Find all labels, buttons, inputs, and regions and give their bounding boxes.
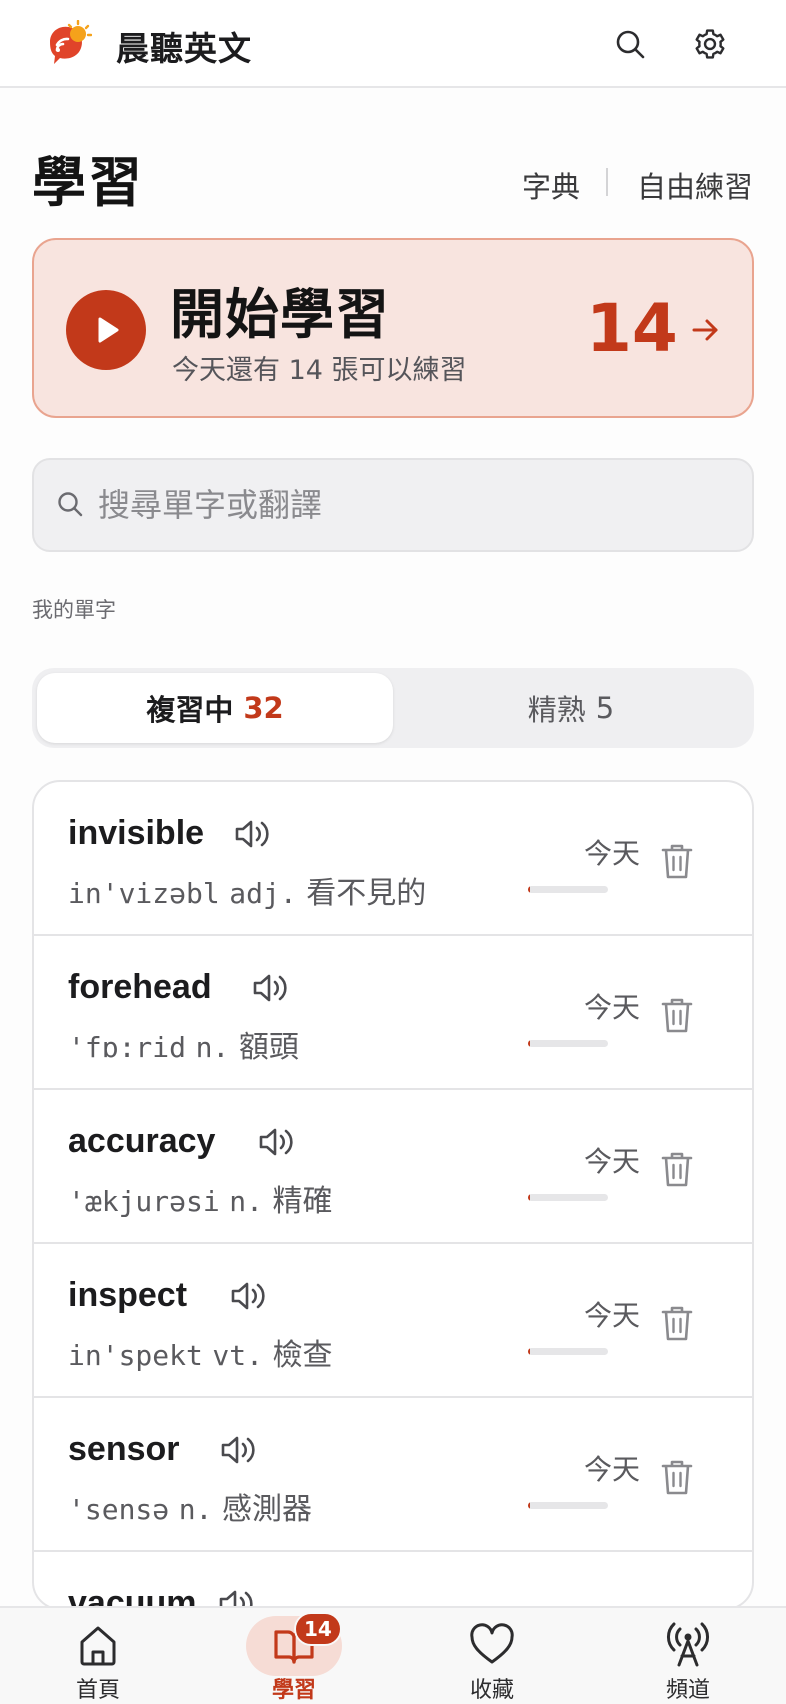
due-label: 今天 — [583, 991, 640, 1024]
nav-favorites[interactable]: 收藏 — [412, 1608, 572, 1704]
progress-fill — [528, 1040, 531, 1047]
word-pos: n. — [229, 1185, 263, 1218]
progress-fill — [528, 1348, 531, 1355]
word-pos: n. — [195, 1031, 230, 1064]
play-button[interactable] — [66, 290, 146, 370]
word-ipa: 'sensə — [68, 1493, 170, 1526]
tab-count: 5 — [595, 691, 615, 725]
word-status-tabs: 複習中 32 精熟 5 — [32, 668, 754, 748]
word-row[interactable]: vacuum — [34, 1552, 752, 1608]
tab-mastered[interactable]: 精熟 5 — [393, 673, 749, 743]
due-label: 今天 — [583, 1145, 640, 1178]
word-detail: in'vizəbl adj. 看不見的 — [68, 868, 426, 912]
speaker-icon[interactable] — [228, 1278, 268, 1314]
trash-icon[interactable] — [660, 1458, 694, 1496]
start-study-card[interactable]: 開始學習 今天還有 14 張可以練習 14 — [32, 238, 754, 418]
word-text: sensor — [68, 1430, 180, 1468]
progress-bar — [528, 1040, 608, 1047]
speaker-icon[interactable] — [256, 1124, 296, 1160]
search-icon — [616, 30, 645, 59]
word-ipa: in'vizəbl — [68, 877, 220, 910]
heart-icon — [470, 1623, 514, 1664]
free-practice-link[interactable]: 自由練習 — [637, 164, 753, 206]
word-text: invisible — [68, 814, 205, 852]
word-pos: vt. — [212, 1339, 263, 1372]
word-meaning: 檢查 — [272, 1338, 333, 1373]
word-pos: n. — [178, 1493, 213, 1526]
word-ipa: in'spekt — [68, 1339, 203, 1372]
progress-bar — [528, 1348, 608, 1355]
nav-channels[interactable]: 頻道 — [608, 1608, 768, 1704]
app-title: 晨聽英文 — [116, 29, 252, 68]
page-title: 學習 — [32, 151, 144, 214]
app-screen: 晨聽英文 學習 字典 自由練習 開始學習 今天還有 14 張可以練習 14 搜尋… — [0, 0, 786, 1704]
link-divider — [606, 168, 608, 196]
word-text: forehead — [68, 968, 212, 1006]
nav-label: 頻道 — [665, 1678, 710, 1703]
broadcast-icon — [667, 1622, 709, 1667]
word-detail: 'ækjurəsi n. 精確 — [68, 1176, 333, 1220]
progress-bar — [528, 886, 608, 893]
start-study-title: 開始學習 — [170, 283, 390, 346]
due-count: 14 — [586, 290, 678, 367]
nav-label: 學習 — [271, 1678, 316, 1703]
progress-bar — [528, 1194, 608, 1201]
nav-label: 首頁 — [75, 1678, 120, 1703]
home-icon — [80, 1626, 116, 1666]
word-row[interactable]: forehead 'fɒ:rid n. 額頭 今天 — [34, 936, 752, 1090]
word-detail: in'spekt vt. 檢查 — [68, 1330, 333, 1374]
word-pos: adj. — [229, 877, 297, 910]
due-label: 今天 — [583, 1453, 640, 1486]
tab-label: 精熟 — [527, 693, 586, 727]
tab-label: 複習中 — [146, 693, 234, 727]
bottom-nav: 首頁 學習 14 收藏 頻道 — [0, 1606, 786, 1704]
tab-reviewing[interactable]: 複習中 32 — [37, 673, 393, 743]
word-ipa: 'fɒ:rid — [68, 1031, 187, 1064]
word-meaning: 精確 — [272, 1184, 333, 1219]
word-meaning: 感測器 — [221, 1492, 312, 1527]
study-badge: 14 — [294, 1612, 342, 1646]
word-detail: 'fɒ:rid n. 額頭 — [68, 1022, 299, 1066]
word-meaning: 額頭 — [238, 1030, 299, 1065]
settings-button[interactable] — [688, 22, 732, 66]
nav-home[interactable]: 首頁 — [18, 1608, 178, 1704]
due-label: 今天 — [583, 1299, 640, 1332]
trash-icon[interactable] — [660, 996, 694, 1034]
progress-fill — [528, 1194, 531, 1201]
progress-bar — [528, 1502, 608, 1509]
word-text: inspect — [68, 1276, 188, 1314]
top-bar: 晨聽英文 — [0, 0, 786, 88]
arrow-right-icon — [692, 319, 718, 341]
trash-icon[interactable] — [660, 842, 694, 880]
progress-fill — [528, 886, 531, 893]
search-button[interactable] — [608, 22, 652, 66]
due-label: 今天 — [583, 837, 640, 870]
speaker-icon[interactable] — [218, 1432, 258, 1468]
search-input[interactable] — [98, 480, 718, 530]
progress-fill — [528, 1502, 531, 1509]
word-meaning: 看不見的 — [306, 876, 427, 911]
trash-icon[interactable] — [660, 1304, 694, 1342]
word-text: accuracy — [68, 1122, 216, 1160]
search-field[interactable] — [32, 458, 754, 552]
trash-icon[interactable] — [660, 1150, 694, 1188]
speaker-icon[interactable] — [232, 816, 272, 852]
dictionary-link[interactable]: 字典 — [522, 164, 580, 206]
word-row[interactable]: inspect in'spekt vt. 檢查 今天 — [34, 1244, 752, 1398]
search-icon — [58, 492, 83, 517]
app-logo-icon — [44, 19, 93, 68]
start-study-subtitle: 今天還有 14 張可以練習 — [172, 355, 467, 386]
word-row[interactable]: invisible in'vizəbl adj. 看不見的 今天 — [34, 782, 752, 936]
word-ipa: 'ækjurəsi — [68, 1185, 220, 1218]
tab-count: 32 — [243, 691, 284, 725]
word-row[interactable]: accuracy 'ækjurəsi n. 精確 今天 — [34, 1090, 752, 1244]
play-icon — [98, 317, 119, 343]
speaker-icon[interactable] — [250, 970, 290, 1006]
word-detail: 'sensə n. 感測器 — [68, 1484, 312, 1528]
nav-label: 收藏 — [469, 1678, 514, 1703]
word-list: invisible in'vizəbl adj. 看不見的 今天 forehead'f… — [32, 780, 754, 1610]
section-label: 我的單字 — [32, 598, 116, 622]
word-row[interactable]: sensor 'sensə n. 感測器 今天 — [34, 1398, 752, 1552]
gear-icon — [695, 29, 725, 59]
